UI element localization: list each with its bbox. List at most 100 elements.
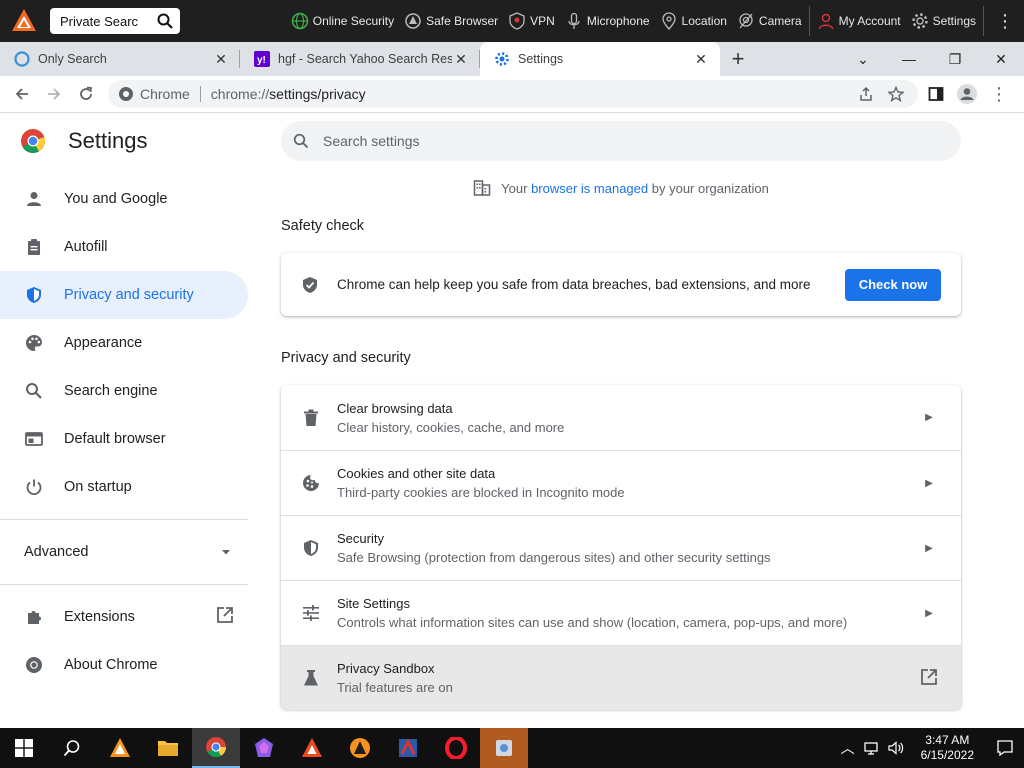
online-security-button[interactable]: Online Security: [286, 12, 399, 30]
opera-logo-icon: [445, 737, 467, 759]
sidebar-item-label: Privacy and security: [64, 287, 194, 303]
arrow-right-icon: ▶: [925, 477, 933, 489]
clock-time: 3:47 AM: [925, 733, 970, 747]
managed-link[interactable]: browser is managed: [531, 181, 648, 196]
camera-button[interactable]: Camera: [732, 12, 807, 30]
back-arrow-icon: [15, 88, 28, 100]
location-button[interactable]: Location: [655, 12, 732, 30]
taskbar-app-chrome[interactable]: [192, 728, 240, 768]
start-button[interactable]: [0, 728, 48, 768]
privacy-security-card: Clear browsing data Clear history, cookie…: [281, 385, 961, 710]
sidebar-item-default-browser[interactable]: Default browser: [0, 415, 248, 463]
share-icon[interactable]: [858, 86, 874, 102]
chrome-logo-icon: [206, 737, 227, 758]
user-icon: [818, 13, 833, 30]
sidebar-item-you-and-google[interactable]: You and Google: [0, 175, 248, 223]
browser-menu-icon[interactable]: ⋮: [990, 84, 1008, 105]
my-account-button[interactable]: My Account: [812, 12, 906, 30]
tab-title: Settings: [518, 52, 564, 66]
row-subtitle: Controls what information sites can use …: [337, 615, 848, 630]
search-settings-input[interactable]: Search settings: [281, 121, 961, 161]
close-tab-icon[interactable]: ✕: [692, 51, 710, 68]
safe-browser-button[interactable]: Safe Browser: [399, 12, 503, 30]
tab-yahoo-search[interactable]: y! hgf - Search Yahoo Search Results ✕: [240, 42, 480, 76]
cookie-icon: [301, 474, 321, 492]
sidebar-item-extensions[interactable]: Extensions: [0, 593, 248, 641]
tab-only-search[interactable]: Only Search ✕: [0, 42, 240, 76]
tool-app-icon: [496, 740, 512, 756]
svg-text:y!: y!: [257, 55, 266, 66]
sidebar-divider: [0, 584, 248, 585]
taskbar-app-brave[interactable]: [288, 728, 336, 768]
search-settings-placeholder: Search settings: [323, 133, 420, 149]
arrow-right-icon: ▶: [925, 412, 933, 423]
close-tab-icon[interactable]: ✕: [212, 51, 230, 68]
microphone-button[interactable]: Microphone: [560, 12, 655, 30]
security-row[interactable]: Security Safe Browsing (protection from d…: [281, 515, 961, 580]
clear-browsing-data-row[interactable]: Clear browsing data Clear history, cookie…: [281, 385, 961, 450]
taskbar-app-opera[interactable]: [432, 728, 480, 768]
safety-check-heading: Safety check: [281, 218, 365, 234]
volume-icon[interactable]: [887, 740, 905, 756]
sidebar-item-privacy-and-security[interactable]: Privacy and security: [0, 271, 248, 319]
check-now-button[interactable]: Check now: [845, 268, 941, 301]
tab-settings[interactable]: Settings ✕: [480, 42, 720, 76]
taskbar-app-gem[interactable]: [240, 728, 288, 768]
sidebar-item-on-startup[interactable]: On startup: [0, 463, 248, 511]
sidebar-item-autofill[interactable]: Autofill: [0, 223, 248, 271]
row-subtitle: Clear history, cookies, cache, and more: [337, 419, 565, 435]
reload-button[interactable]: [70, 78, 102, 110]
extension-settings-button[interactable]: Settings: [906, 12, 981, 30]
back-button[interactable]: [6, 78, 38, 110]
privacy-sandbox-row[interactable]: Privacy Sandbox Trial features are on: [281, 645, 961, 710]
profile-avatar-icon[interactable]: [956, 83, 978, 105]
side-panel-icon[interactable]: [928, 86, 944, 102]
new-tab-button[interactable]: +: [720, 42, 756, 76]
taskbar-app-installer[interactable]: [384, 728, 432, 768]
cookies-row[interactable]: Cookies and other site data Third-party c…: [281, 450, 961, 515]
taskbar-app-orange-browser[interactable]: [96, 728, 144, 768]
address-toolbar: Chrome chrome://settings/privacy ⋮: [0, 76, 1024, 113]
private-search-text: Private Searc: [60, 13, 139, 29]
taskbar-search-button[interactable]: [48, 728, 96, 768]
sidebar-item-about-chrome[interactable]: About Chrome: [0, 641, 248, 689]
system-clock[interactable]: 3:47 AM 6/15/2022: [921, 733, 974, 763]
minimize-button[interactable]: —: [886, 51, 932, 67]
private-search-input[interactable]: Private Searc: [50, 8, 180, 34]
vpn-label: VPN: [530, 14, 555, 28]
search-icon: [24, 381, 44, 401]
managed-suffix: by your organization: [651, 180, 769, 196]
more-menu-icon[interactable]: ⋮: [986, 11, 1024, 32]
sidebar-item-label: Autofill: [64, 239, 108, 255]
tab-search-chevron-down-icon[interactable]: ⌄: [840, 51, 886, 68]
puzzle-icon: [24, 607, 44, 627]
taskbar-app-vpn[interactable]: [336, 728, 384, 768]
site-settings-row[interactable]: Site Settings Controls what information s…: [281, 580, 961, 645]
maximize-button[interactable]: ❐: [932, 51, 978, 68]
close-window-button[interactable]: ✕: [978, 51, 1024, 68]
forward-button[interactable]: [38, 78, 70, 110]
taskbar-app-file-explorer[interactable]: [144, 728, 192, 768]
sidebar-item-search-engine[interactable]: Search engine: [0, 367, 248, 415]
network-icon[interactable]: [863, 740, 879, 756]
close-tab-icon[interactable]: ✕: [452, 51, 470, 68]
sidebar-item-appearance[interactable]: Appearance: [0, 319, 248, 367]
chevron-up-icon[interactable]: ︿: [841, 738, 855, 758]
sidebar-item-advanced[interactable]: Advanced: [0, 528, 248, 576]
gear-icon: [911, 13, 928, 29]
online-security-label: Online Security: [312, 14, 395, 28]
arrow-right-icon: ▶: [925, 542, 933, 554]
omnibox[interactable]: Chrome chrome://settings/privacy: [108, 80, 918, 108]
bookmark-star-icon[interactable]: [888, 86, 904, 102]
search-icon[interactable]: [150, 13, 180, 29]
system-tray: ︿ 3:47 AM 6/15/2022: [841, 733, 1024, 763]
installer-app-icon: [399, 738, 417, 757]
trash-icon: [301, 409, 321, 427]
windows-taskbar: ︿ 3:47 AM 6/15/2022: [0, 728, 1024, 768]
taskbar-app-settings-tool[interactable]: [480, 728, 528, 768]
gem-app-icon: [255, 738, 273, 757]
notification-icon[interactable]: [996, 739, 1014, 757]
vpn-button[interactable]: VPN: [503, 12, 560, 30]
app-logo-icon[interactable]: [10, 7, 38, 35]
managed-prefix: Your: [501, 180, 528, 196]
